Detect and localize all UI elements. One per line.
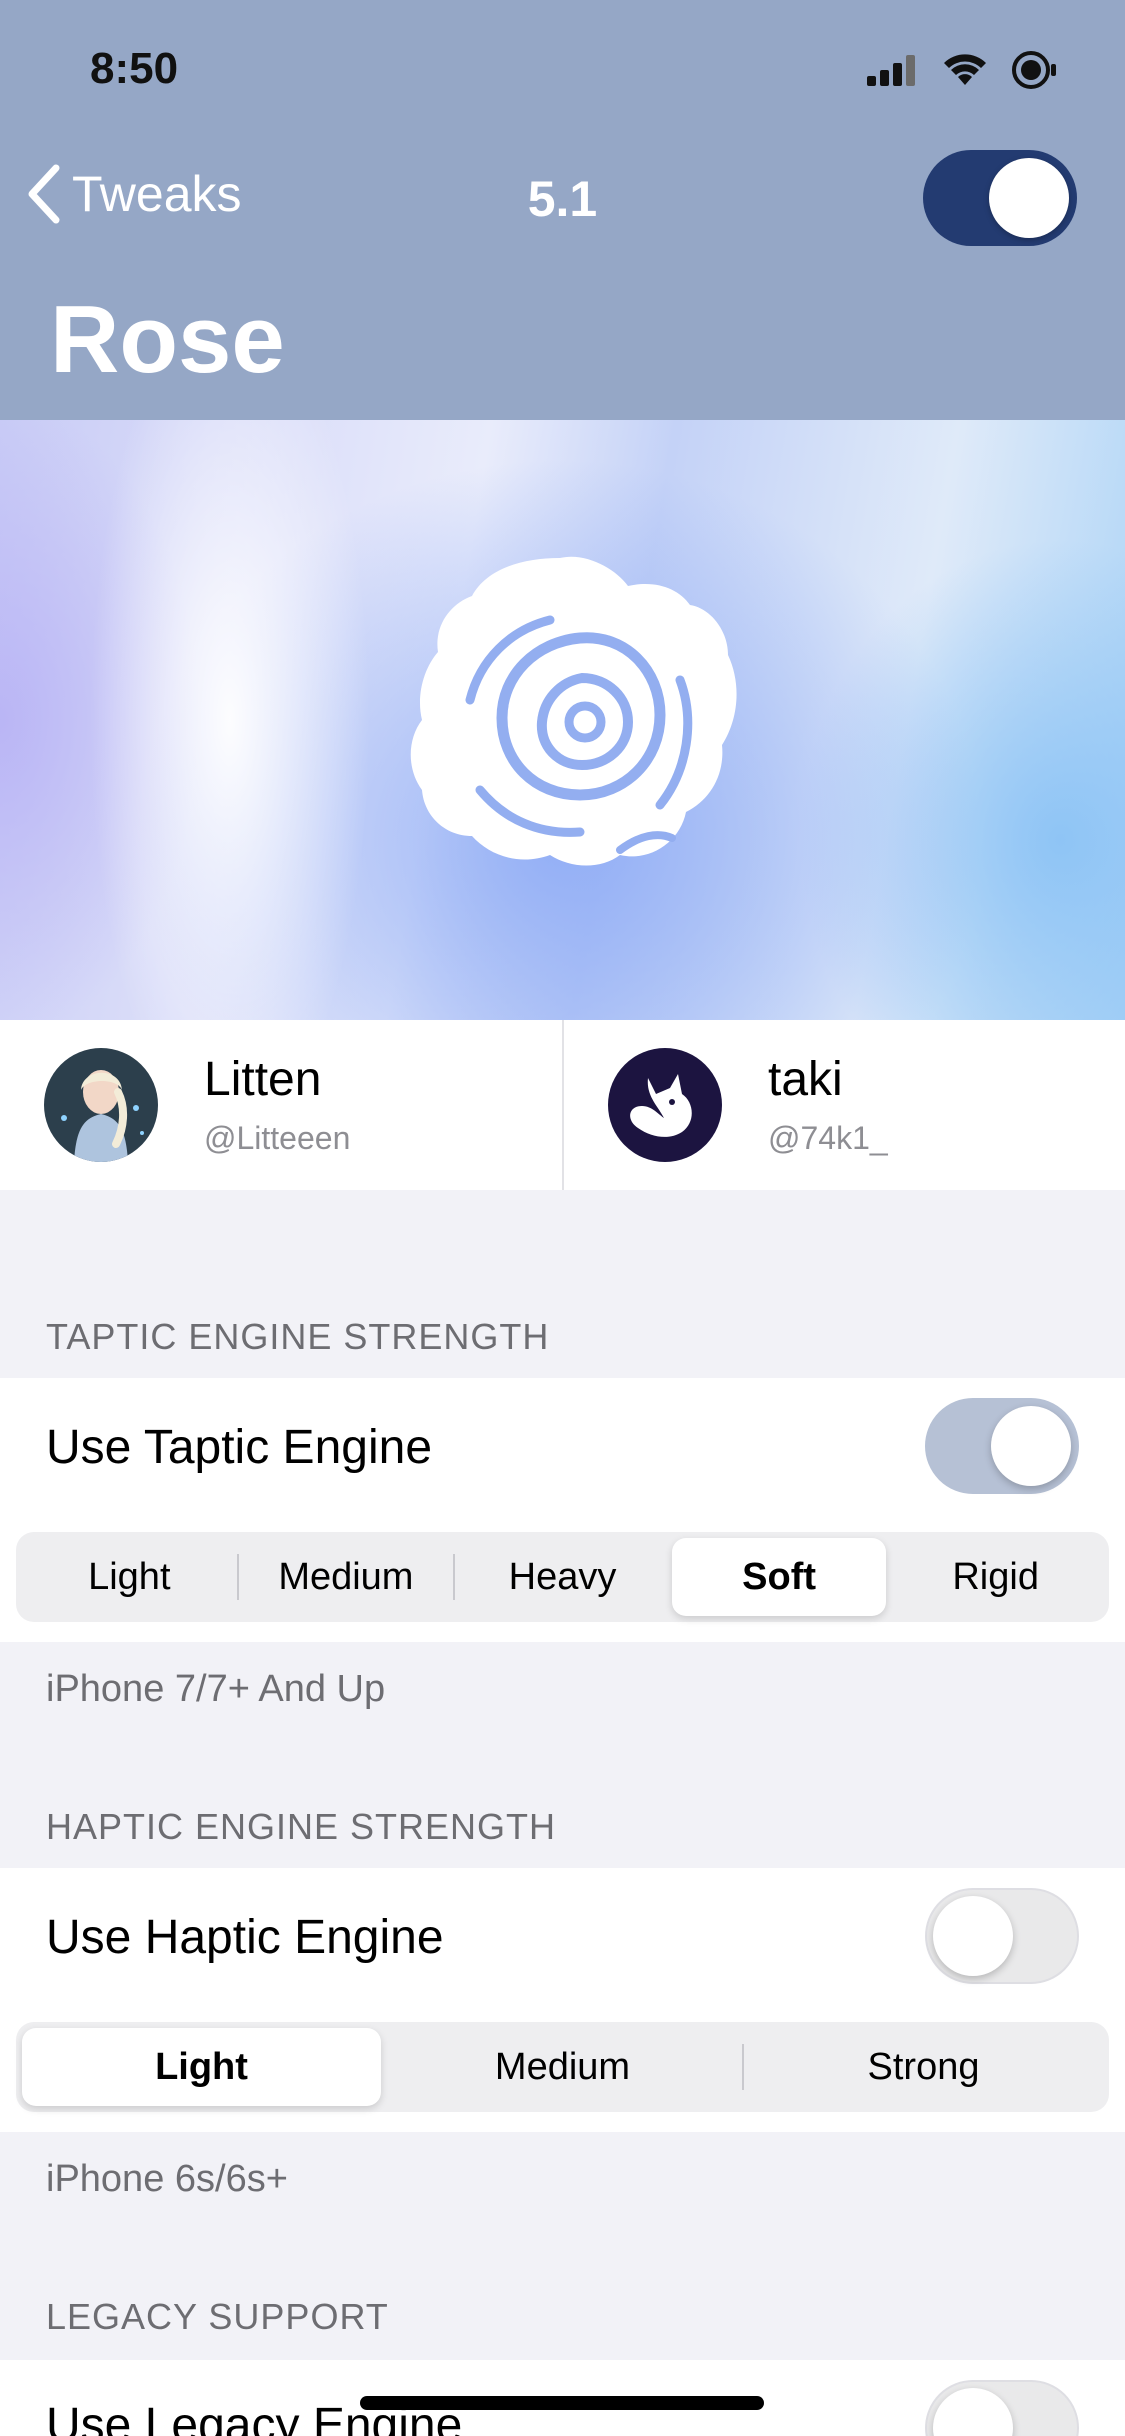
wifi-icon (944, 54, 986, 85)
segment-medium[interactable]: Medium (239, 1538, 454, 1616)
taptic-card: Use Taptic Engine Light Medium Heavy Sof… (0, 1378, 1125, 1642)
legacy-engine-toggle[interactable] (925, 2380, 1079, 2436)
rose-icon (410, 556, 737, 866)
author-handle: @74k1_ (768, 1120, 888, 1156)
haptic-toggle-label: Use Haptic Engine (46, 1911, 444, 1964)
page-title: Rose (50, 286, 285, 393)
author-card-taki[interactable]: taki @74k1_ (562, 1020, 1124, 1190)
taptic-section-footer: iPhone 7/7+ And Up (46, 1668, 386, 1710)
toggle-knob (991, 1406, 1071, 1486)
status-icons (867, 50, 1059, 90)
navigation-header: 8:50 Tweaks 5.1 Rose (0, 0, 1125, 420)
avatar (608, 1048, 722, 1162)
focus-icon (1012, 51, 1056, 89)
authors-row: Litten @Litteeen taki @74k1_ (0, 1020, 1125, 1190)
taptic-toggle-label: Use Taptic Engine (46, 1421, 433, 1474)
segment-light[interactable]: Light (22, 2028, 381, 2106)
legacy-section-header: LEGACY SUPPORT (46, 2296, 389, 2337)
author-handle: @Litteeen (204, 1120, 351, 1156)
fox-icon (608, 1048, 722, 1162)
haptic-engine-toggle[interactable] (925, 1888, 1079, 1984)
taptic-section-header: TAPTIC ENGINE STRENGTH (46, 1316, 550, 1357)
taptic-strength-control: Light Medium Heavy Soft Rigid (16, 1532, 1109, 1622)
enable-tweak-toggle[interactable] (923, 150, 1077, 246)
segment-strong[interactable]: Strong (744, 2028, 1103, 2106)
signal-icon (867, 55, 915, 86)
segment-rigid[interactable]: Rigid (888, 1538, 1103, 1616)
author-card-litten[interactable]: Litten @Litteeen (0, 1020, 562, 1190)
author-name: Litten (204, 1053, 322, 1106)
haptic-section-footer: iPhone 6s/6s+ (46, 2158, 288, 2200)
segment-medium[interactable]: Medium (383, 2028, 742, 2106)
segment-light[interactable]: Light (22, 1538, 237, 1616)
segment-soft[interactable]: Soft (671, 1538, 887, 1616)
taptic-engine-toggle[interactable] (925, 1398, 1079, 1494)
haptic-strength-control: Light Medium Strong (16, 2022, 1109, 2112)
status-time: 8:50 (90, 44, 179, 93)
haptic-section-header: HAPTIC ENGINE STRENGTH (46, 1806, 557, 1847)
avatar (44, 1048, 158, 1162)
toggle-knob (933, 2388, 1013, 2436)
haptic-card: Use Haptic Engine Light Medium Strong (0, 1868, 1125, 2132)
header-banner (0, 420, 1125, 1020)
toggle-knob (933, 1896, 1013, 1976)
segment-heavy[interactable]: Heavy (455, 1538, 670, 1616)
home-indicator[interactable] (360, 2396, 764, 2410)
toggle-knob (989, 158, 1069, 238)
avatar-image (44, 1048, 158, 1162)
author-name: taki (768, 1053, 843, 1106)
